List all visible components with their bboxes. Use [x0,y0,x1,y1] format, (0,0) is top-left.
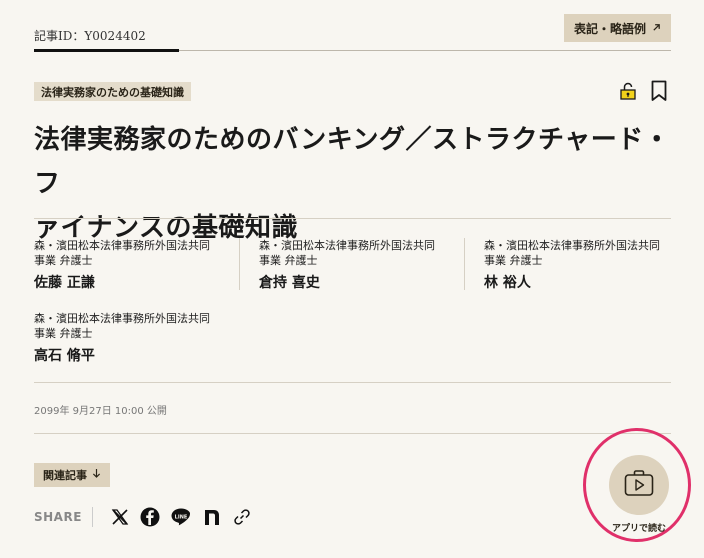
author-affiliation: 森・濱田松本法律事務所外国法共同 事業 弁護士 [34,239,210,267]
related-articles-label: 関連記事 [43,469,87,482]
article-id: 記事ID：Y0024402 [34,29,146,43]
play-case-icon [624,469,654,501]
published-date: 2099年 9月27日 10:00 公開 [34,406,167,417]
share-label: SHARE [34,510,82,524]
related-articles-button[interactable]: 関連記事 [34,463,110,487]
notation-button[interactable]: 表記・略語例 [563,14,671,42]
top-divider-accent [34,49,179,52]
author-card[interactable]: 森・濱田松本法律事務所外国法共同 事業 弁護士 佐藤 正謙 [34,238,234,292]
author-separator [464,238,465,290]
author-card[interactable]: 森・濱田松本法律事務所外国法共同 事業 弁護士 倉持 喜史 [259,238,459,292]
author-card[interactable]: 森・濱田松本法律事務所外国法共同 事業 弁護士 林 裕人 [484,238,684,292]
link-icon[interactable] [231,506,253,528]
article-title-line1: 法律実務家のためのバンキング／ストラクチャード・フ [34,125,671,199]
category-tag[interactable]: 法律実務家のための基礎知識 [34,82,191,101]
bookmark-icon[interactable] [650,80,668,102]
author-name: 佐藤 正謙 [34,275,95,291]
x-icon[interactable] [109,506,131,528]
share-separator [92,507,93,527]
notation-button-label: 表記・略語例 [573,21,646,36]
facebook-icon[interactable] [139,506,161,528]
author-affiliation: 森・濱田松本法律事務所外国法共同 事業 弁護士 [484,239,660,267]
read-in-app-button[interactable] [609,455,669,515]
author-affiliation: 森・濱田松本法律事務所外国法共同 事業 弁護士 [259,239,435,267]
note-icon[interactable] [201,506,223,528]
svg-text:LINE: LINE [175,515,188,521]
author-card[interactable]: 森・濱田松本法律事務所外国法共同 事業 弁護士 高石 脩平 [34,311,234,365]
arrow-down-icon [92,468,101,482]
unlock-icon [620,82,636,100]
author-separator [239,238,240,290]
date-divider [34,433,671,434]
author-name: 高石 脩平 [34,348,95,364]
top-bar: 記事ID：Y0024402 表記・略語例 [34,14,671,52]
title-divider [34,218,671,219]
line-icon[interactable]: LINE [170,506,192,528]
authors-divider [34,382,671,383]
author-affiliation: 森・濱田松本法律事務所外国法共同 事業 弁護士 [34,312,210,340]
author-name: 林 裕人 [484,275,531,291]
external-arrow-icon [652,21,661,35]
read-in-app-label: アプリで読む [611,524,666,534]
author-name: 倉持 喜史 [259,275,320,291]
article-title: 法律実務家のためのバンキング／ストラクチャード・フ ァイナンスの基礎知識 [34,118,674,250]
